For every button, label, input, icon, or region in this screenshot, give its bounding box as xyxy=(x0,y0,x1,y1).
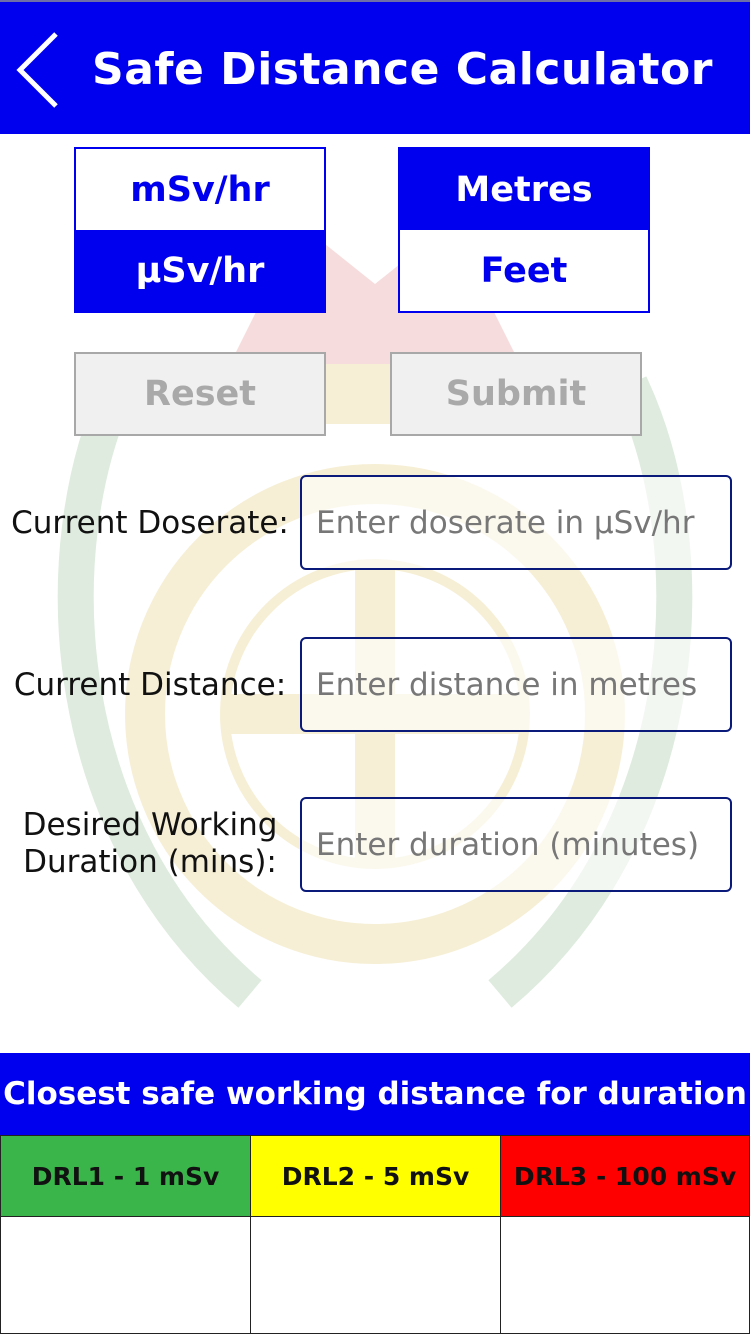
duration-label: Desired Working Duration (mins): xyxy=(8,807,292,881)
duration-label-line-2: Duration (mins): xyxy=(23,844,277,880)
reset-button[interactable]: Reset xyxy=(74,352,326,436)
results-title: Closest safe working distance for durati… xyxy=(0,1053,750,1135)
drl3-header: DRL3 - 100 mSv xyxy=(500,1135,750,1217)
distance-label: Current Distance: xyxy=(13,667,287,703)
dose-unit-msv-option[interactable]: mSv/hr xyxy=(76,149,324,230)
distance-input[interactable] xyxy=(300,637,732,732)
distance-unit-feet-option[interactable]: Feet xyxy=(400,230,648,311)
drl1-result xyxy=(0,1216,251,1334)
distance-unit-metres-option[interactable]: Metres xyxy=(400,149,648,230)
chevron-left-icon[interactable] xyxy=(14,30,64,110)
drl3-result xyxy=(500,1216,750,1334)
dose-unit-toggle: mSv/hr μSv/hr xyxy=(74,147,326,313)
doserate-input[interactable] xyxy=(300,475,732,570)
dose-unit-usv-option[interactable]: μSv/hr xyxy=(76,230,324,311)
app-header: Safe Distance Calculator xyxy=(0,0,750,134)
drl1-header: DRL1 - 1 mSv xyxy=(0,1135,251,1217)
drl2-result xyxy=(250,1216,501,1334)
submit-button[interactable]: Submit xyxy=(390,352,642,436)
doserate-label: Current Doserate: xyxy=(11,505,289,541)
duration-input[interactable] xyxy=(300,797,732,892)
drl2-header: DRL2 - 5 mSv xyxy=(250,1135,501,1217)
page-title: Safe Distance Calculator xyxy=(92,44,713,95)
duration-label-line-1: Desired Working xyxy=(22,807,278,843)
distance-unit-toggle: Metres Feet xyxy=(398,147,650,313)
